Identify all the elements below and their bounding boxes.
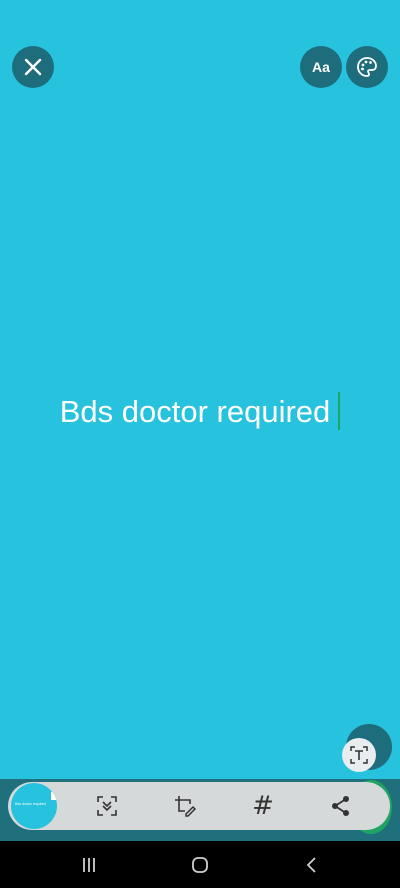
font-button-label: Aa <box>312 59 330 75</box>
system-navigation-bar <box>0 841 400 888</box>
back-button[interactable] <box>300 853 324 877</box>
text-detect-button[interactable] <box>342 738 376 772</box>
palette-button[interactable] <box>346 46 388 88</box>
back-icon <box>306 857 316 873</box>
recents-icon <box>83 858 95 872</box>
font-button[interactable]: Aa <box>300 46 342 88</box>
hd-icon <box>97 796 117 816</box>
hashtag-button[interactable]: # <box>250 791 276 821</box>
thumbnail-text: Bds doctor required <box>15 802 46 806</box>
close-button[interactable] <box>12 46 54 88</box>
share-icon <box>332 796 349 816</box>
editing-toolbar: Bds doctor required # <box>8 782 390 830</box>
close-icon <box>24 58 42 76</box>
palette-icon <box>357 57 377 77</box>
status-text: Bds doctor required <box>59 394 331 429</box>
crop-edit-button[interactable] <box>172 793 198 819</box>
text-detect-icon <box>350 746 368 764</box>
home-icon <box>192 857 208 873</box>
crop-edit-icon <box>175 796 197 817</box>
text-cursor <box>338 392 341 430</box>
share-button[interactable] <box>328 793 354 819</box>
hashtag-icon: # <box>252 791 274 821</box>
recents-button[interactable] <box>77 853 101 877</box>
home-button[interactable] <box>188 853 212 877</box>
hd-button[interactable] <box>94 793 120 819</box>
status-text-input[interactable]: Bds doctor required <box>0 388 400 436</box>
status-thumbnail[interactable]: Bds doctor required <box>11 783 57 829</box>
thumbnail-handle <box>51 792 57 800</box>
